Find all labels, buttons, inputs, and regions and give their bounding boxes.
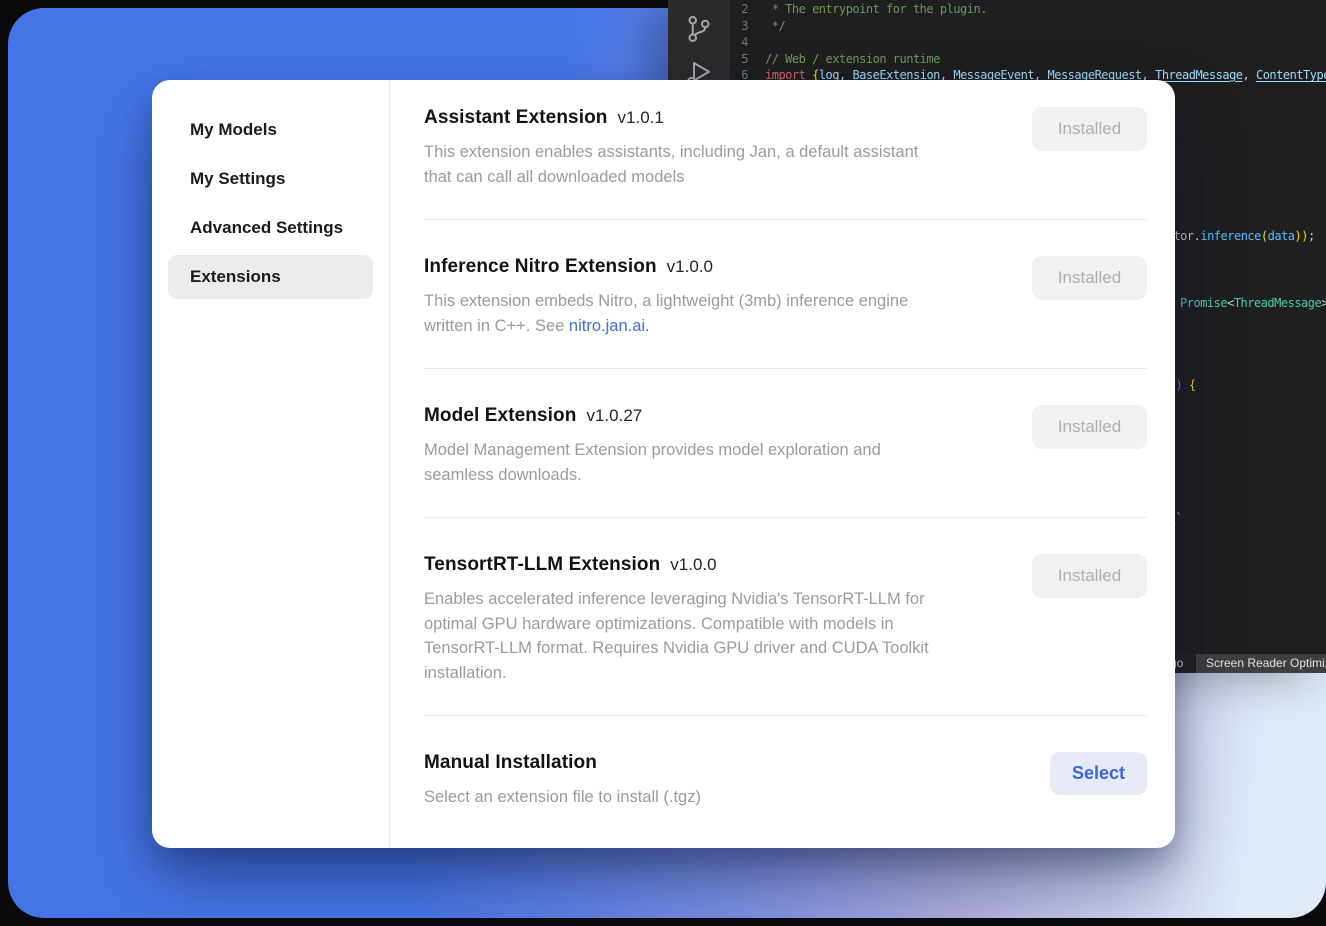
screen-reader-optimized-badge[interactable]: Screen Reader Optimized — [1196, 654, 1326, 673]
sidebar-item-label: Extensions — [190, 267, 281, 287]
extension-version: v1.0.1 — [618, 108, 664, 128]
code-token: data — [1268, 229, 1295, 243]
sidebar-item-extensions[interactable]: Extensions — [168, 255, 373, 299]
entry-divider — [424, 368, 1147, 369]
line-number: 3 — [730, 18, 748, 35]
extension-name: Manual Installation — [424, 752, 597, 774]
sidebar-item-advanced-settings[interactable]: Advanced Settings — [168, 206, 373, 250]
line-number: 5 — [730, 51, 748, 68]
sidebar-item-my-settings[interactable]: My Settings — [168, 157, 373, 201]
code-token — [1182, 378, 1189, 392]
entry-divider — [424, 715, 1147, 716]
code-token: * The entrypoint for the plugin. — [765, 2, 987, 16]
desktop-background: 2 * The entrypoint for the plugin.3 */4 … — [0, 0, 1326, 926]
installed-button[interactable]: Installed — [1032, 405, 1147, 449]
extension-entry: Assistant Extension v1.0.1 This extensio… — [424, 107, 1147, 189]
extension-entry: Manual Installation Select an extension … — [424, 752, 1147, 810]
extension-description: This extension enables assistants, inclu… — [424, 140, 918, 189]
code-line: 3 */ — [730, 18, 1326, 35]
extension-texts: TensortRT-LLM Extension v1.0.0 Enables a… — [424, 554, 929, 685]
sidebar-item-label: My Settings — [190, 169, 285, 189]
code-fragment: Promise<ThreadMessage> — [1180, 296, 1326, 310]
extension-description: Select an extension file to install (.tg… — [424, 785, 701, 810]
line-number: 4 — [730, 34, 748, 51]
code-token: ThreadMessage — [1234, 296, 1321, 310]
sidebar-item-label: Advanced Settings — [190, 218, 343, 238]
extension-texts: Model Extension v1.0.27 Model Management… — [424, 405, 881, 487]
installed-button[interactable]: Installed — [1032, 107, 1147, 151]
installed-button[interactable]: Installed — [1032, 256, 1147, 300]
extension-version: v1.0.0 — [667, 257, 713, 277]
code-fragment: rator.inference(data)); — [1160, 229, 1315, 243]
source-control-icon[interactable] — [684, 14, 714, 49]
code-token: ThreadMessage — [1155, 68, 1242, 82]
extension-entry: TensortRT-LLM Extension v1.0.0 Enables a… — [424, 554, 1147, 685]
extension-name: Inference Nitro Extension — [424, 256, 657, 278]
settings-sidebar: My Models My Settings Advanced Settings … — [152, 80, 390, 848]
extension-version: v1.0.0 — [670, 555, 716, 575]
extension-texts: Assistant Extension v1.0.1 This extensio… — [424, 107, 918, 189]
settings-modal: My Models My Settings Advanced Settings … — [152, 80, 1175, 848]
editor-code-area: 2 * The entrypoint for the plugin.3 */4 … — [730, 1, 1326, 84]
code-line: 2 * The entrypoint for the plugin. — [730, 1, 1326, 18]
extension-version: v1.0.27 — [586, 406, 642, 426]
line-number: 2 — [730, 1, 748, 18]
code-line: 5 // Web / extension runtime — [730, 51, 1326, 68]
code-token: { — [1189, 378, 1196, 392]
sidebar-item-label: My Models — [190, 120, 277, 140]
code-token: Promise — [1180, 296, 1227, 310]
extension-texts: Inference Nitro Extension v1.0.0 This ex… — [424, 256, 908, 338]
code-token: // Web / extension runtime — [765, 52, 940, 66]
code-line: 4 — [730, 34, 1326, 51]
extension-name: Assistant Extension — [424, 107, 608, 129]
extension-entry: Model Extension v1.0.27 Model Management… — [424, 405, 1147, 487]
code-token: > — [1321, 296, 1326, 310]
code-token: inference — [1200, 229, 1261, 243]
extensions-list: Assistant Extension v1.0.1 This extensio… — [390, 80, 1175, 848]
extension-entry: Inference Nitro Extension v1.0.0 This ex… — [424, 256, 1147, 338]
extension-name: TensortRT-LLM Extension — [424, 554, 660, 576]
select-file-button[interactable]: Select — [1050, 752, 1147, 795]
entry-divider — [424, 517, 1147, 518]
installed-button[interactable]: Installed — [1032, 554, 1147, 598]
extension-texts: Manual Installation Select an extension … — [424, 752, 701, 810]
extension-description: This extension embeds Nitro, a lightweig… — [424, 289, 908, 338]
code-token: */ — [765, 19, 785, 33]
code-token: ; — [1308, 229, 1315, 243]
extension-link[interactable]: nitro.jan.ai. — [569, 317, 650, 335]
entry-divider — [424, 219, 1147, 220]
sidebar-item-my-models[interactable]: My Models — [168, 108, 373, 152]
code-token: ContentType — [1256, 68, 1326, 82]
code-token: )) — [1295, 229, 1308, 243]
extension-name: Model Extension — [424, 405, 576, 427]
code-token: < — [1227, 296, 1234, 310]
code-token: ` — [1175, 511, 1182, 525]
code-token: , — [1243, 68, 1256, 82]
extension-description: Enables accelerated inference leveraging… — [424, 587, 929, 685]
extension-description: Model Management Extension provides mode… — [424, 438, 881, 487]
code-token: ( — [1261, 229, 1268, 243]
